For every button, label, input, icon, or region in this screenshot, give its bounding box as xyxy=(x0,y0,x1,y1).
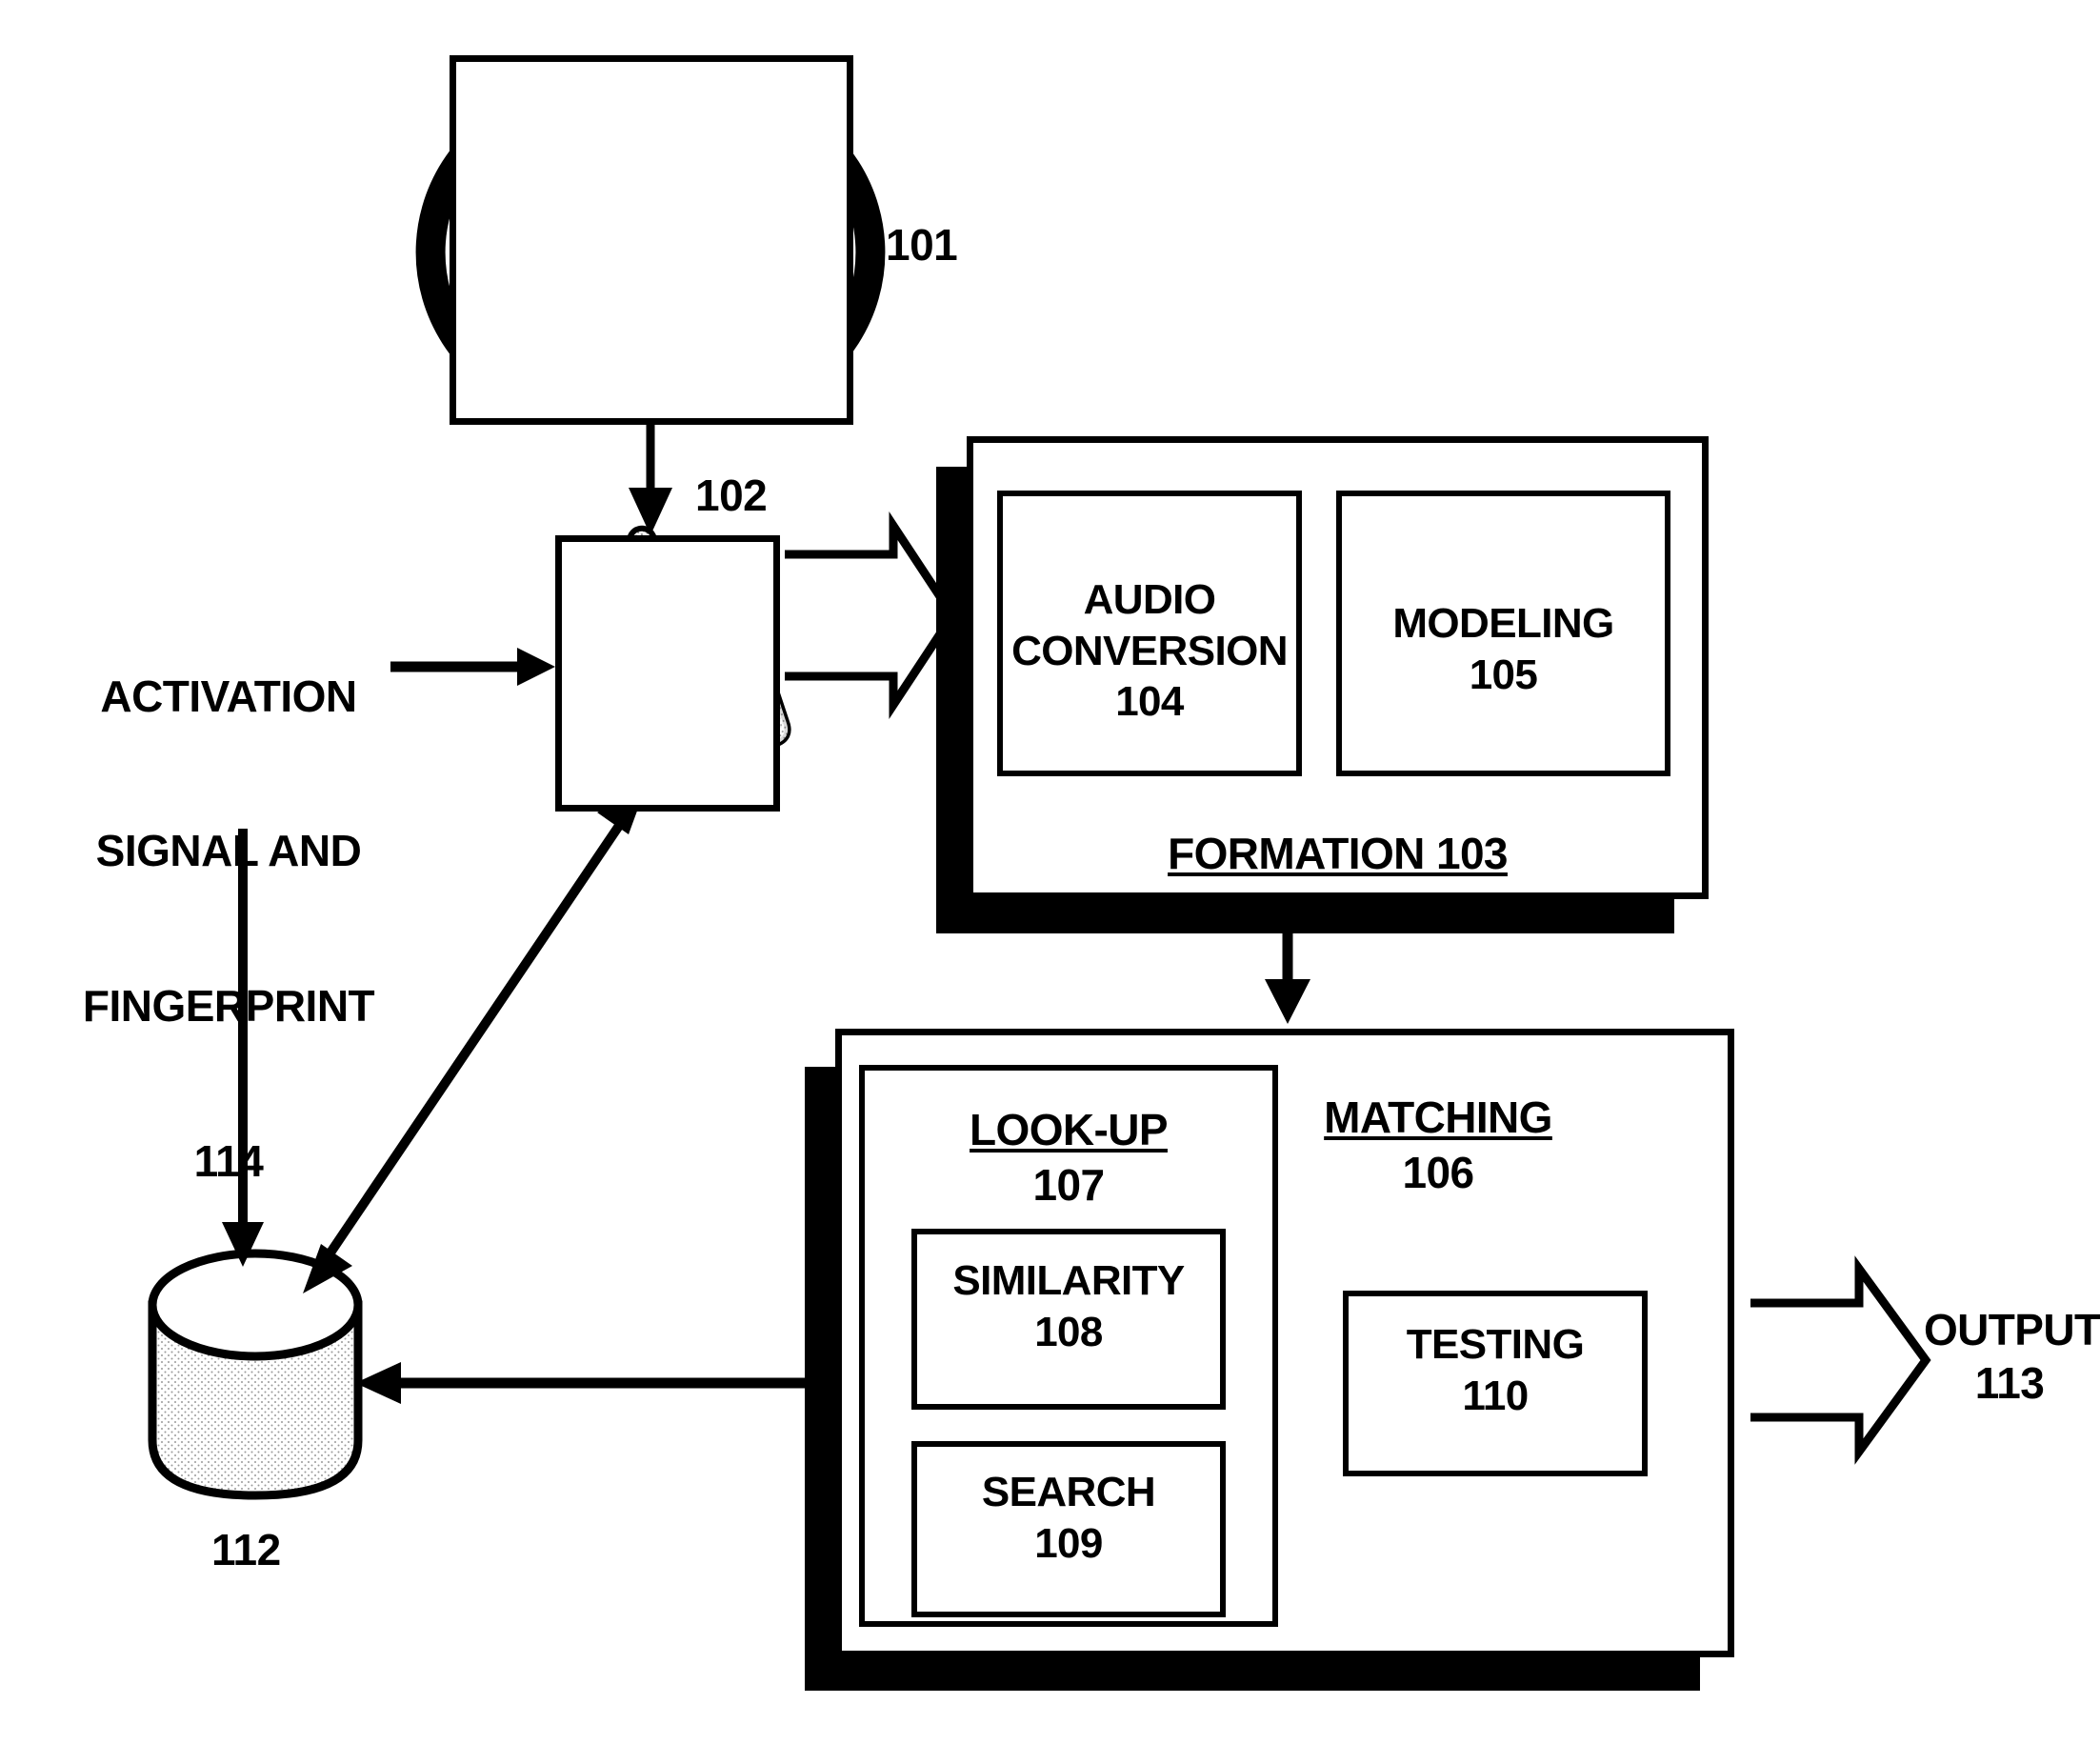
formation-box-shadow-bottom xyxy=(936,897,1674,933)
audio-conversion-label: AUDIO CONVERSION 104 xyxy=(997,574,1302,728)
matching-label: MATCHING xyxy=(1324,1092,1552,1142)
ref-108: 108 xyxy=(1034,1308,1103,1355)
activation-line-3: FINGERPRINT xyxy=(82,981,375,1032)
ref-109: 109 xyxy=(1034,1519,1103,1567)
ref-106: 106 xyxy=(1402,1148,1475,1197)
ref-113: 113 xyxy=(1974,1358,2045,1409)
activation-line-2: SIGNAL AND xyxy=(95,826,362,876)
mobile-device-box xyxy=(555,535,780,812)
block-arrow-phone-to-formation xyxy=(773,511,958,719)
ref-112: 112 xyxy=(211,1525,281,1574)
arrow-broadcast-to-phone xyxy=(629,422,672,535)
ref-102: 102 xyxy=(695,471,768,520)
matching-box-shadow-bottom xyxy=(805,1654,1700,1691)
testing-label: TESTING 110 xyxy=(1343,1319,1648,1421)
ref-107: 107 xyxy=(1032,1160,1106,1210)
formation-label: FORMATION 103 xyxy=(1168,829,1508,878)
search-label: SEARCH 109 xyxy=(911,1467,1226,1569)
testing-line-1: TESTING xyxy=(1406,1321,1585,1368)
block-arrow-matching-to-output xyxy=(1739,1255,1931,1465)
similarity-line-1: SIMILARITY xyxy=(952,1257,1185,1304)
arrow-activation-to-phone xyxy=(390,648,555,686)
patent-figure-canvas: 101 102 ACTIVATION SIGNAL AND FINGERPRIN… xyxy=(0,0,2100,1764)
ref-105: 105 xyxy=(1469,651,1538,698)
audio-conversion-line-2: CONVERSION xyxy=(1011,627,1288,674)
similarity-label: SIMILARITY 108 xyxy=(911,1255,1226,1357)
lookup-label: LOOK-UP xyxy=(970,1105,1169,1154)
output-annotation: OUTPUT 113 xyxy=(1924,1303,2100,1410)
modeling-line-1: MODELING xyxy=(1392,600,1614,647)
ref-110: 110 xyxy=(1462,1372,1529,1419)
ref-101: 101 xyxy=(886,220,958,270)
broadcast-source-box xyxy=(450,55,853,425)
activation-line-1: ACTIVATION xyxy=(100,671,357,721)
arrow-matching-to-database xyxy=(355,1362,805,1404)
audio-conversion-line-1: AUDIO xyxy=(1083,576,1216,623)
activation-signal-annotation: ACTIVATION SIGNAL AND FINGERPRINT 114 xyxy=(67,567,390,1291)
modeling-label: MODELING 105 xyxy=(1336,598,1670,700)
search-line-1: SEARCH xyxy=(981,1469,1156,1515)
output-label: OUTPUT xyxy=(1924,1305,2100,1354)
ref-104: 104 xyxy=(1115,678,1184,726)
ref-114: 114 xyxy=(193,1135,264,1186)
